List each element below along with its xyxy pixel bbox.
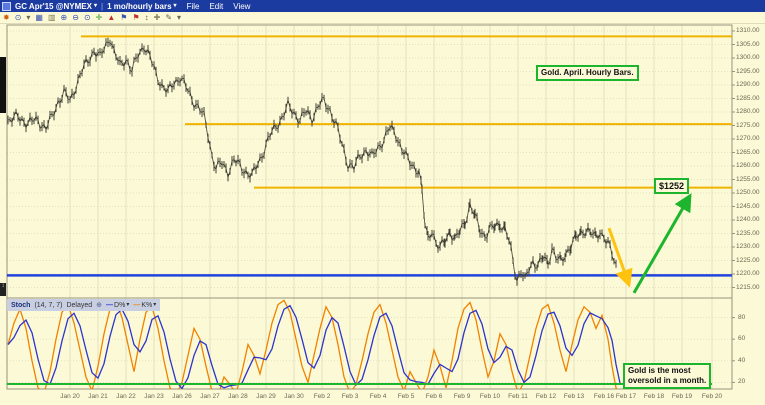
price-tick-label: 1265.00 [736, 149, 760, 156]
date-tick-label: Jan 28 [228, 393, 248, 400]
stoch-tick-label: 60 [738, 335, 745, 342]
price-tick-label: 1295.00 [736, 68, 760, 75]
price-tick-label: 1305.00 [736, 41, 760, 48]
price-tick-label: 1285.00 [736, 95, 760, 102]
price-tick-label: 1260.00 [736, 162, 760, 169]
annotation-text-line1: Gold is the most [628, 366, 706, 376]
price-tick-label: 1250.00 [736, 189, 760, 196]
date-tick-label: Feb 5 [398, 393, 415, 400]
date-tick-label: Feb 6 [426, 393, 443, 400]
date-tick-label: Feb 3 [342, 393, 359, 400]
price-tick-label: 1225.00 [736, 257, 760, 264]
date-tick-label: Feb 2 [314, 393, 331, 400]
date-tick-label: Feb 13 [564, 393, 584, 400]
chevron-down-icon: ▾ [126, 302, 129, 308]
trading-app-window: GC Apr'15 @NYMEX ▾ | 1 mo/hourly bars ▾ … [0, 0, 765, 405]
date-tick-label: Jan 30 [284, 393, 304, 400]
price-tick-label: 1275.00 [736, 122, 760, 129]
price-target-text: $1252 [659, 181, 684, 191]
date-tick-label: Jan 22 [116, 393, 136, 400]
date-tick-label: Feb 4 [370, 393, 387, 400]
date-tick-label: Feb 9 [454, 393, 471, 400]
price-tick-label: 1235.00 [736, 230, 760, 237]
indicator-params: (14, 7, 7) [34, 302, 62, 309]
left-scrollbar[interactable] [0, 57, 6, 113]
annotation-price-target[interactable]: $1252 [654, 178, 689, 194]
annotation-oversold[interactable]: Gold is the most oversold in a month. [623, 363, 711, 389]
indicator-status: Delayed [66, 302, 92, 309]
price-tick-label: 1220.00 [736, 270, 760, 277]
k-label: K% [141, 302, 152, 309]
price-tick-label: 1270.00 [736, 135, 760, 142]
date-tick-label: Feb 11 [508, 393, 528, 400]
date-tick-label: Feb 10 [480, 393, 500, 400]
chevron-down-icon: ▾ [153, 302, 156, 308]
d-line-swatch: — [106, 302, 113, 309]
price-tick-label: 1290.00 [736, 81, 760, 88]
k-line-swatch: — [133, 302, 140, 309]
annotation-hourly-bars[interactable]: Gold. April. Hourly Bars. [536, 65, 639, 81]
date-tick-label: Jan 20 [60, 393, 80, 400]
indicator-settings-icon[interactable]: ⊕ [96, 301, 102, 309]
annotation-text: Gold. April. Hourly Bars. [541, 68, 634, 77]
stochastic-header: Stoch (14, 7, 7) Delayed ⊕ — D% ▾ — K% ▾ [7, 299, 160, 311]
price-tick-label: 1300.00 [736, 54, 760, 61]
price-tick-label: 1280.00 [736, 108, 760, 115]
d-label: D% [114, 302, 125, 309]
price-tick-label: 1245.00 [736, 203, 760, 210]
date-tick-label: Jan 29 [256, 393, 276, 400]
price-tick-label: 1255.00 [736, 176, 760, 183]
date-tick-label: Feb 12 [536, 393, 556, 400]
date-tick-label: Feb 20 [702, 393, 722, 400]
price-tick-label: 1310.00 [736, 27, 760, 34]
stoch-tick-label: 80 [738, 314, 745, 321]
chart-canvas[interactable] [0, 0, 765, 405]
scroll-toggle[interactable]: ↕ [0, 283, 6, 296]
indicator-name[interactable]: Stoch [11, 302, 30, 309]
date-tick-label: Feb 16 [594, 393, 614, 400]
legend-k[interactable]: — K% ▾ [133, 302, 156, 309]
date-tick-label: Feb 19 [672, 393, 692, 400]
price-tick-label: 1240.00 [736, 216, 760, 223]
date-tick-label: Jan 27 [200, 393, 220, 400]
date-tick-label: Jan 26 [172, 393, 192, 400]
stoch-tick-label: 40 [738, 357, 745, 364]
price-tick-label: 1215.00 [736, 284, 760, 291]
stoch-tick-label: 20 [738, 378, 745, 385]
annotation-text-line2: oversold in a month. [628, 376, 706, 386]
date-tick-label: Jan 23 [144, 393, 164, 400]
date-tick-label: Feb 18 [644, 393, 664, 400]
legend-d[interactable]: — D% ▾ [106, 302, 129, 309]
date-tick-label: Jan 21 [88, 393, 108, 400]
price-tick-label: 1230.00 [736, 243, 760, 250]
date-tick-label: Feb 17 [616, 393, 636, 400]
